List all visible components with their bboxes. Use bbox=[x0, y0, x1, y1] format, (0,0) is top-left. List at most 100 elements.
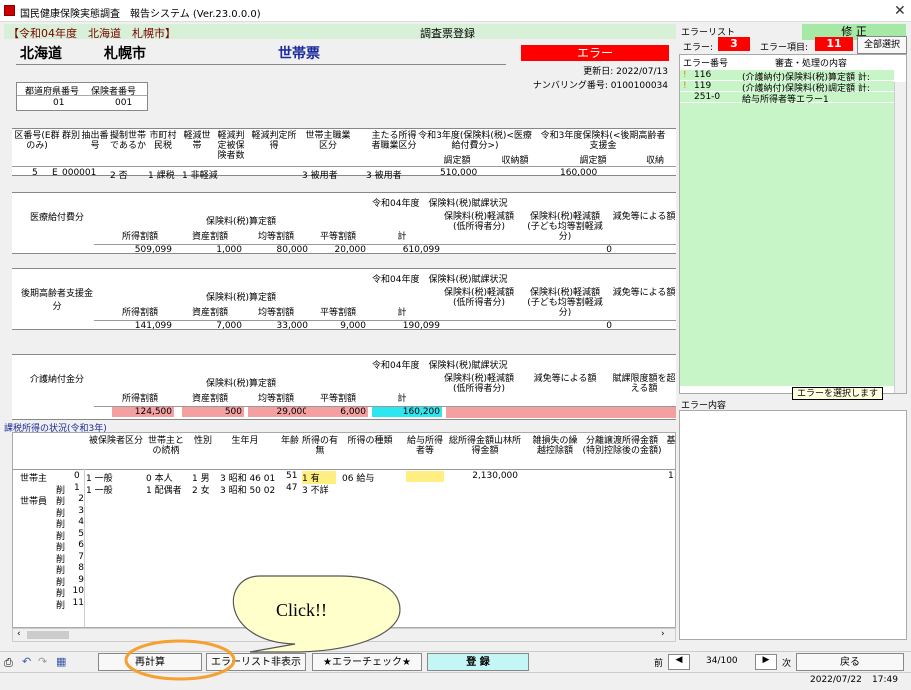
income-birth[interactable]: 3 昭和 50 02 bbox=[220, 483, 275, 496]
household-cell[interactable]: 3 被用者 bbox=[366, 168, 402, 181]
city-name: 札幌市 bbox=[104, 46, 146, 62]
divider bbox=[12, 469, 676, 470]
household-cell[interactable]: 1 非軽減 bbox=[182, 168, 218, 181]
income-kind[interactable]: 06 給与 bbox=[342, 471, 374, 484]
undo-icon[interactable]: ↶ bbox=[22, 655, 31, 668]
income-total[interactable]: 2,130,000 bbox=[446, 471, 518, 481]
error-list-bg bbox=[680, 103, 894, 386]
section-value[interactable]: 9,000 bbox=[306, 321, 368, 331]
income-sex[interactable]: 2 女 bbox=[192, 483, 210, 496]
section-value[interactable]: 141,099 bbox=[112, 321, 174, 331]
income-row-idx: 4 bbox=[78, 517, 84, 527]
scroll-thumb[interactable] bbox=[27, 631, 69, 639]
col-error-no: エラー番号 bbox=[683, 59, 729, 69]
section-extra-values[interactable] bbox=[446, 407, 676, 418]
income-member-label: 世帯員 bbox=[20, 497, 48, 507]
section-group: 保険料(税)算定額 bbox=[206, 379, 277, 389]
pref-code-value[interactable]: 01 bbox=[53, 98, 64, 108]
app-icon bbox=[4, 5, 15, 16]
section-value[interactable]: 7,000 bbox=[182, 321, 244, 331]
form-type: 世帯票 bbox=[278, 46, 320, 62]
grid-icon[interactable]: ▦ bbox=[56, 655, 66, 668]
close-icon[interactable]: ✕ bbox=[894, 3, 906, 19]
section-name: 医療給付費分 bbox=[29, 213, 84, 223]
household-subheader: 収納額 bbox=[501, 156, 529, 166]
section-col: 平等割額 bbox=[319, 308, 356, 318]
income-header: 雑損失の繰越控除額 bbox=[532, 436, 578, 456]
section-value[interactable]: 20,000 bbox=[306, 245, 368, 255]
section-col: 均等割額 bbox=[257, 308, 294, 318]
income-kyuyo[interactable] bbox=[406, 483, 444, 494]
error-no[interactable]: 116 bbox=[694, 70, 711, 80]
household-cell[interactable]: 2 否 bbox=[110, 168, 128, 181]
section-title: 令和04年度 保険料(税)賦課状況 bbox=[372, 199, 508, 209]
income-row-idx: 11 bbox=[72, 597, 84, 608]
error-no[interactable]: 251-0 bbox=[694, 92, 720, 102]
title-bar: 国民健康保険実態調査 報告システム (Ver.23.0.0.0) ✕ bbox=[0, 0, 911, 22]
divider bbox=[17, 95, 147, 96]
section-col: 均等割額 bbox=[257, 232, 294, 242]
register-button[interactable]: 登 録 bbox=[427, 653, 529, 671]
print-icon[interactable]: ⎙ bbox=[4, 656, 13, 670]
household-cell[interactable]: 000001 bbox=[62, 168, 96, 178]
section-extra-col: 賦課限度額を超える額 bbox=[612, 374, 676, 394]
income-age[interactable]: 47 bbox=[286, 483, 297, 493]
income-row-idx: 8 bbox=[78, 563, 84, 573]
section-value[interactable]: 33,000 bbox=[248, 321, 310, 331]
income-kubun[interactable]: 1 一般 bbox=[86, 483, 113, 496]
household-header: 軽減世帯 bbox=[183, 131, 211, 151]
section-value[interactable]: 80,000 bbox=[248, 245, 310, 255]
household-header: 軽減判定所得 bbox=[251, 131, 297, 151]
household-header: 令和3年度保険料(<後期高齢者支援金 bbox=[540, 131, 666, 151]
section-value[interactable]: 29,000 bbox=[248, 407, 310, 417]
income-header: 被保険者区分 bbox=[88, 436, 143, 446]
section-col: 計 bbox=[397, 308, 407, 318]
section-value[interactable]: 124,500 bbox=[112, 407, 174, 417]
income-zoku[interactable]: 1 配偶者 bbox=[146, 483, 182, 496]
household-cell[interactable]: 510,000 bbox=[440, 168, 477, 178]
section-value[interactable]: 1,000 bbox=[182, 245, 244, 255]
status-time: 17:49 bbox=[872, 675, 898, 685]
household-cell[interactable]: 1 課税 bbox=[148, 168, 175, 181]
prev-arrow-icon[interactable]: ◀ bbox=[668, 654, 690, 670]
section-extra-col: 減免等による額 bbox=[612, 212, 676, 222]
income-kyuyo[interactable] bbox=[406, 471, 444, 482]
income-header: 生年月 bbox=[231, 436, 259, 446]
select-all-button[interactable]: 全部選択 bbox=[857, 36, 907, 54]
next-label: 次 bbox=[782, 659, 792, 669]
household-header: 軽減判定被保険者数 bbox=[217, 131, 245, 161]
back-button[interactable]: 戻る bbox=[796, 653, 904, 671]
section-value[interactable]: 509,099 bbox=[112, 245, 174, 255]
divider bbox=[12, 166, 676, 167]
income-umu[interactable]: 3 不詳 bbox=[302, 483, 336, 496]
income-row-label: 世帯主 bbox=[20, 474, 48, 484]
section-value[interactable]: 500 bbox=[182, 407, 244, 417]
household-subheader: 調定額 bbox=[443, 156, 471, 166]
section-extra-value[interactable]: 0 bbox=[540, 321, 612, 331]
section-value[interactable]: 190,099 bbox=[372, 321, 442, 331]
section-value[interactable]: 160,200 bbox=[372, 407, 442, 417]
household-cell[interactable]: 3 被用者 bbox=[302, 168, 338, 181]
next-arrow-icon[interactable]: ▶ bbox=[755, 654, 777, 670]
section-col: 所得割額 bbox=[121, 232, 158, 242]
household-cell[interactable]: E bbox=[52, 168, 58, 178]
prev-label: 前 bbox=[654, 659, 664, 669]
income-row-idx: 7 bbox=[78, 551, 84, 562]
section-extra-value[interactable]: 0 bbox=[540, 245, 612, 255]
household-cell[interactable]: 160,000 bbox=[560, 168, 597, 178]
section-value[interactable]: 610,099 bbox=[372, 245, 442, 255]
section-col: 計 bbox=[397, 232, 407, 242]
income-ki[interactable]: 1 bbox=[668, 471, 674, 481]
error-no[interactable]: 119 bbox=[694, 81, 711, 91]
income-row-idx: 0 bbox=[74, 471, 80, 481]
household-header: 主たる所得者職業区分 bbox=[371, 131, 417, 151]
household-cell[interactable]: 5 bbox=[32, 168, 38, 178]
section-value[interactable]: 6,000 bbox=[306, 407, 368, 417]
year-region-label: 【令和04年度 北海道 札幌市】 bbox=[8, 27, 176, 40]
redo-icon[interactable]: ↷ bbox=[38, 655, 47, 668]
section-title: 令和04年度 保険料(税)賦課状況 bbox=[372, 361, 508, 371]
income-age[interactable]: 51 bbox=[286, 471, 297, 481]
v-scrollbar[interactable] bbox=[894, 82, 906, 393]
error-content bbox=[679, 410, 907, 640]
insurer-code-value[interactable]: 001 bbox=[115, 98, 132, 108]
